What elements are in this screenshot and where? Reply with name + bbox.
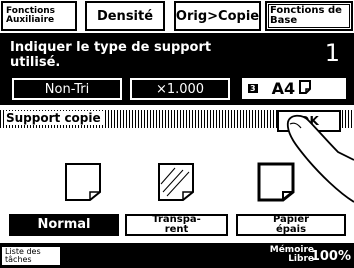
paper-type-transparent-label: Transpa- rent bbox=[152, 214, 201, 235]
zoom-label: ×1.000 bbox=[155, 81, 205, 97]
transparent-paper-icon bbox=[157, 162, 195, 206]
zoom-button[interactable]: ×1.000 bbox=[129, 77, 231, 101]
tab-density[interactable]: Densité bbox=[85, 1, 165, 31]
bottom-bar: Liste des tâches Mémoire Libre 100% bbox=[0, 243, 354, 268]
paper-size-label: A4 bbox=[271, 79, 296, 98]
paper-type-normal-label: Normal bbox=[37, 217, 91, 232]
normal-paper-icon bbox=[64, 162, 102, 206]
memory-label: Mémoire Libre bbox=[269, 245, 314, 264]
copy-count: 1 bbox=[324, 39, 340, 67]
memory-value: 100% bbox=[310, 249, 351, 264]
message-text: Indiquer le type de support utilisé. bbox=[10, 40, 310, 70]
message-line-1: Indiquer le type de support bbox=[10, 40, 212, 55]
tab-auxiliary-functions-label: Fonctions Auxiliaire bbox=[6, 6, 56, 25]
paper-orientation-icon bbox=[299, 79, 312, 98]
tab-basic-functions-label: Fonctions de Base bbox=[270, 5, 342, 26]
tab-basic-functions[interactable]: Fonctions de Base bbox=[265, 1, 353, 31]
tray-number-badge: 3 bbox=[248, 84, 258, 93]
paper-type-normal-button[interactable]: Normal bbox=[9, 214, 119, 236]
paper-tray-button[interactable]: 3 A4 bbox=[240, 76, 348, 101]
job-list-button[interactable]: Liste des tâches bbox=[2, 247, 60, 265]
tab-original-copy-label: Orig>Copie bbox=[175, 8, 260, 24]
sort-button[interactable]: Non-Tri bbox=[11, 77, 123, 101]
section-title: Support copie bbox=[4, 111, 103, 125]
sort-label: Non-Tri bbox=[44, 81, 90, 97]
message-line-2: utilisé. bbox=[10, 55, 61, 70]
tab-original-copy[interactable]: Orig>Copie bbox=[174, 1, 261, 31]
pointing-finger-illustration bbox=[268, 112, 354, 222]
tab-density-label: Densité bbox=[96, 8, 154, 24]
message-panel: Indiquer le type de support utilisé. 1 N… bbox=[0, 33, 354, 105]
paper-type-transparent-button[interactable]: Transpa- rent bbox=[125, 214, 228, 236]
tab-auxiliary-functions[interactable]: Fonctions Auxiliaire bbox=[1, 1, 77, 31]
job-list-label: Liste des tâches bbox=[5, 247, 41, 264]
